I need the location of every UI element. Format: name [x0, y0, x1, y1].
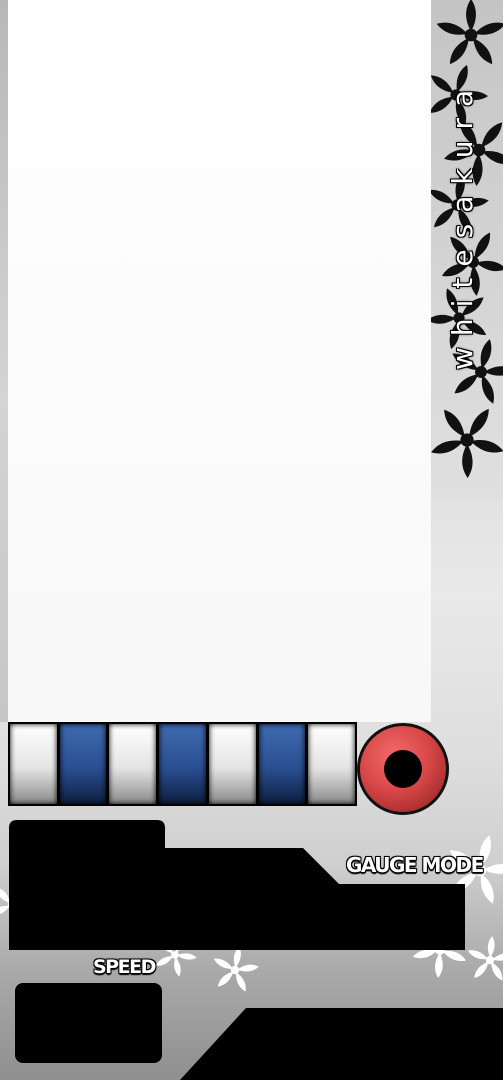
- note-lane-area: [8, 0, 431, 722]
- key-row: [8, 722, 357, 806]
- speed-label: SPEED: [93, 956, 156, 978]
- side-title: whitesakura: [446, 78, 479, 370]
- key-4[interactable]: [159, 724, 206, 804]
- left-edge-strip: [0, 0, 8, 722]
- key-5[interactable]: [208, 724, 256, 804]
- gauge-mode-label: GAUGE MODE: [346, 853, 484, 877]
- key-6[interactable]: [258, 724, 306, 804]
- key-2[interactable]: [59, 724, 107, 804]
- gauge-panel: [9, 820, 465, 950]
- key-3[interactable]: [109, 724, 157, 804]
- key-1[interactable]: [10, 724, 57, 804]
- turntable-center: [384, 750, 422, 788]
- speed-display: [15, 983, 162, 1063]
- bottom-panel: [180, 1008, 503, 1080]
- key-7[interactable]: [308, 724, 356, 804]
- turntable-icon[interactable]: [357, 723, 449, 815]
